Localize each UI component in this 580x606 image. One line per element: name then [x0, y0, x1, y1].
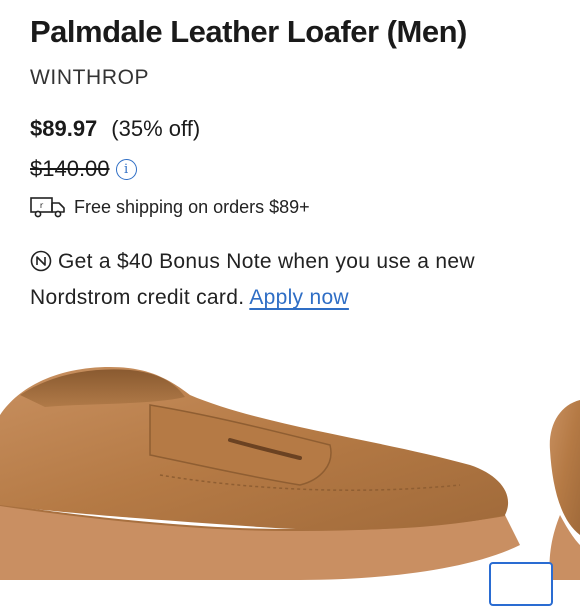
- svg-text:r: r: [40, 201, 44, 210]
- sale-price: $89.97: [30, 116, 98, 141]
- shipping-row: r Free shipping on orders $89+: [30, 196, 310, 218]
- apply-now-link[interactable]: Apply now: [249, 286, 349, 309]
- zoom-button[interactable]: [489, 562, 553, 606]
- shipping-text: Free shipping on orders $89+: [74, 196, 310, 217]
- info-icon[interactable]: i: [115, 158, 137, 180]
- nordstrom-note-icon: [30, 250, 52, 272]
- original-price-row: $140.00 i: [30, 156, 137, 182]
- loafer-shoe-image: [0, 367, 580, 580]
- discount-percent: (35% off): [111, 116, 201, 141]
- price-row: $89.97 (35% off): [30, 116, 200, 142]
- product-image[interactable]: [0, 355, 580, 580]
- bonus-note-promo: Get a $40 Bonus Note when you use a new …: [30, 244, 550, 316]
- original-price: $140.00: [30, 156, 110, 181]
- product-title: Palmdale Leather Loafer (Men): [30, 14, 467, 49]
- truck-icon: r: [30, 197, 65, 218]
- brand-name[interactable]: WINTHROP: [30, 64, 149, 92]
